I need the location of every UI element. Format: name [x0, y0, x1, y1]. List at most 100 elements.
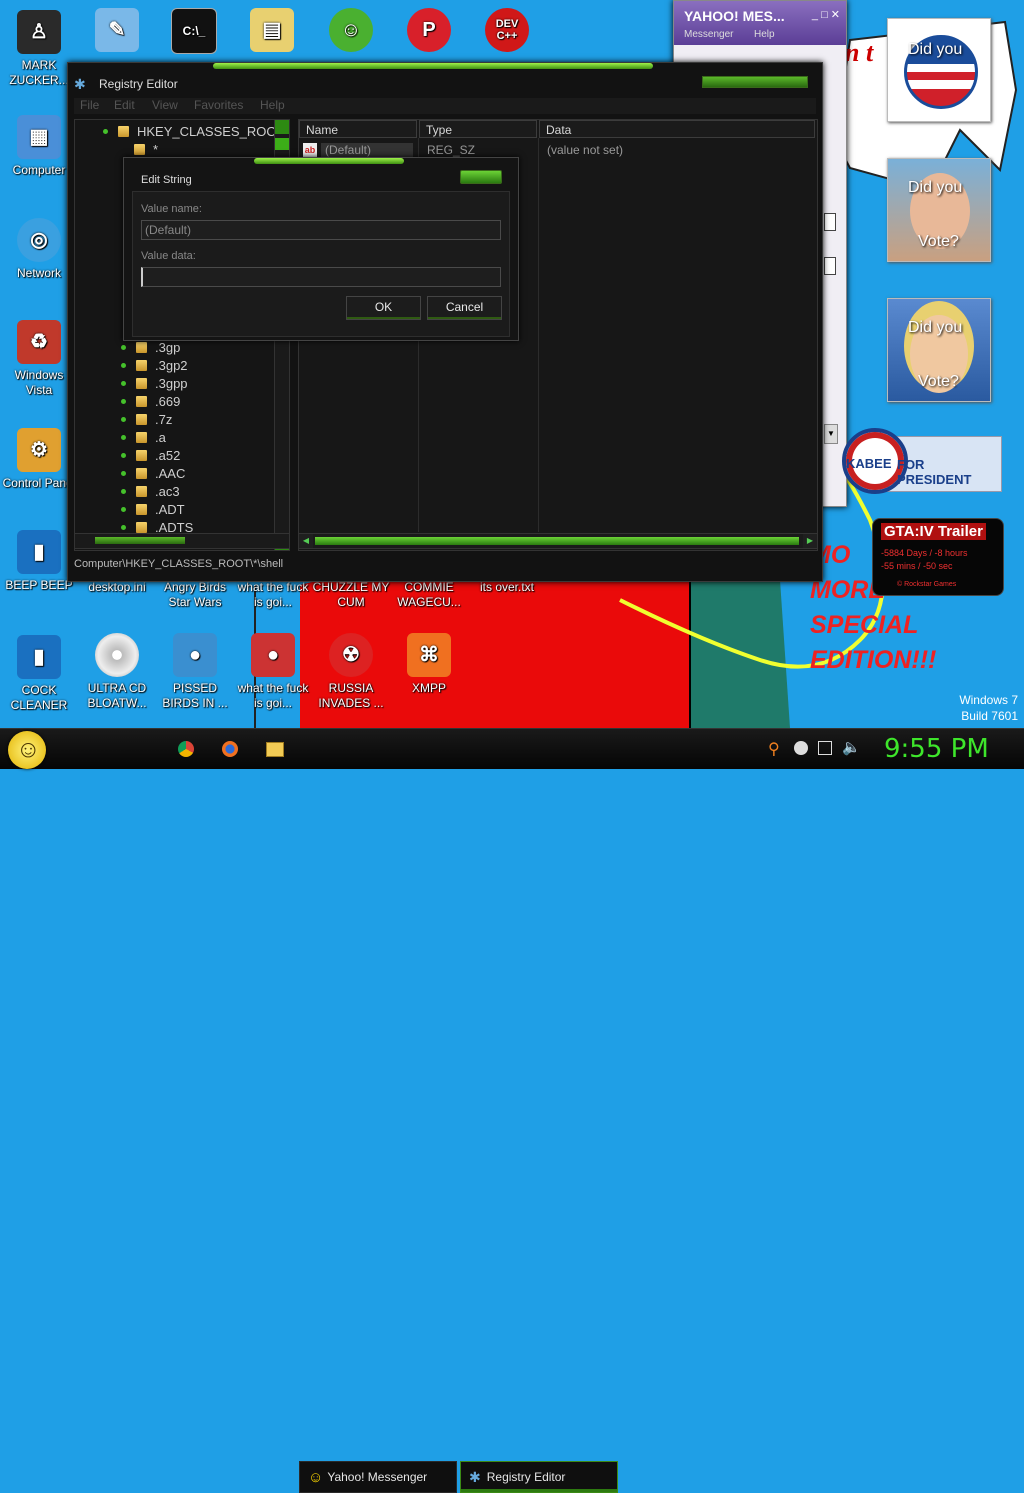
globe-icon: ◎	[17, 218, 61, 262]
desktop-icon-chuzzle[interactable]: CHUZZLE MY CUM	[312, 580, 390, 610]
desktop-icon-cock-cleaner[interactable]: ▮ COCK CLEANER	[0, 635, 78, 713]
yahoo-box-2[interactable]	[824, 257, 836, 275]
menu-edit[interactable]: Edit	[114, 98, 135, 112]
menu-view[interactable]: View	[152, 98, 178, 112]
tree-label: .3gp	[155, 339, 181, 355]
column-type[interactable]: Type	[419, 120, 537, 138]
desktop-icon-dev-cpp[interactable]: DEV C++	[468, 8, 546, 56]
gadget-huckabee[interactable]: KABEE FOR PRESIDENT	[842, 428, 1002, 498]
desktop-icon-russia[interactable]: ☢ RUSSIA INVADES ...	[312, 633, 390, 711]
tree-item-star[interactable]: *	[134, 140, 158, 158]
tree-item[interactable]: .ADT	[121, 500, 185, 518]
menu-help[interactable]: Help	[260, 98, 285, 112]
yahoo-dropdown[interactable]: ▼	[824, 424, 838, 444]
expand-bullet-icon[interactable]	[121, 524, 126, 530]
tree-item[interactable]: .669	[121, 392, 180, 410]
value-name-field[interactable]: (Default)	[141, 220, 501, 240]
menu-file[interactable]: File	[80, 98, 99, 112]
desktop-icon-xmpp[interactable]: ⌘ XMPP	[390, 633, 468, 696]
tree-item-hkcr[interactable]: HKEY_CLASSES_ROOT	[103, 122, 284, 140]
desktop-icon-what-the-1[interactable]: what the fuck is goi...	[234, 580, 312, 610]
folder-icon	[136, 341, 147, 353]
gadget-obama[interactable]: Did you	[887, 18, 991, 122]
taskbar[interactable]: ☺ ☺ Yahoo! Messenger ✱ Registry Editor ⚲…	[0, 728, 1024, 1493]
explorer-quicklaunch-icon[interactable]	[266, 742, 284, 757]
desktop-icon-desktop-ini[interactable]: desktop.ini	[78, 580, 156, 595]
ok-button[interactable]: OK	[346, 296, 421, 320]
p-logo-icon: P	[407, 8, 451, 52]
tray-circle-icon[interactable]	[794, 741, 808, 755]
expand-bullet-icon[interactable]	[121, 344, 126, 350]
yahoo-window-controls[interactable]: _ □ ✕	[812, 8, 840, 21]
desktop-icon-cmd[interactable]: C:\_	[155, 8, 233, 58]
desktop-icon-label: its over.txt	[479, 580, 535, 594]
value-data-field[interactable]	[141, 267, 501, 287]
gadget-clinton[interactable]: Did you Vote?	[887, 298, 991, 402]
desktop-icon-angry-birds-star-wars[interactable]: Angry Birds Star Wars	[156, 580, 234, 610]
yahoo-box-1[interactable]	[824, 213, 836, 231]
expand-bullet-icon[interactable]	[121, 506, 126, 512]
expand-bullet-icon[interactable]	[121, 398, 126, 404]
scroll-left-button[interactable]: ◀	[299, 534, 313, 548]
gadget-mccain[interactable]: Did you Vote?	[887, 158, 991, 262]
registry-titlebar[interactable]: ✱ Registry Editor	[68, 69, 822, 99]
h-scroll-thumb[interactable]	[95, 537, 185, 544]
expand-bullet-icon[interactable]	[121, 434, 126, 440]
column-name[interactable]: Name	[299, 120, 417, 138]
desktop-icon-what-the-2[interactable]: ● what the fuck is goi...	[234, 633, 312, 711]
network-tray-icon[interactable]	[818, 741, 832, 755]
yahoo-titlebar[interactable]: YAHOO! MES... Messenger Help _ □ ✕	[674, 1, 846, 45]
reg-sz-icon: ab	[303, 143, 317, 157]
taskbar-clock[interactable]: 9:55 PM	[884, 734, 989, 764]
desktop-icon-pissed-birds[interactable]: ● PISSED BIRDS IN ...	[156, 633, 234, 711]
scroll-up-button[interactable]	[275, 120, 289, 134]
desktop-icon-p[interactable]: P	[390, 8, 468, 56]
tree-item[interactable]: .a52	[121, 446, 180, 464]
gadget-gta-countdown[interactable]: GTA:IV Trailer -5884 Days / -8 hours -55…	[872, 518, 1004, 596]
window-controls[interactable]	[702, 76, 808, 88]
tree-item[interactable]: .3gpp	[121, 374, 188, 392]
desktop-icon-notepad[interactable]: ✎	[78, 8, 156, 56]
menu-favorites[interactable]: Favorites	[194, 98, 243, 112]
expand-bullet-icon[interactable]	[103, 128, 108, 134]
radiation-icon: ☢	[329, 633, 373, 677]
yahoo-menu-messenger[interactable]: Messenger	[684, 29, 733, 40]
column-data[interactable]: Data	[539, 120, 815, 138]
chrome-quicklaunch-icon[interactable]	[178, 741, 194, 757]
tree-item[interactable]: .3gp2	[121, 356, 188, 374]
tree-horizontal-scrollbar[interactable]	[74, 533, 290, 549]
folder-icon	[134, 143, 145, 155]
firefox-quicklaunch-icon[interactable]	[222, 741, 238, 757]
expand-bullet-icon[interactable]	[121, 362, 126, 368]
taskbar-button-yahoo[interactable]: ☺ Yahoo! Messenger	[299, 1461, 457, 1493]
volume-tray-icon[interactable]: 🔈	[842, 738, 861, 756]
expand-bullet-icon[interactable]	[121, 416, 126, 422]
desktop-icon-bad-piggies[interactable]: ☺	[312, 8, 390, 56]
expand-bullet-icon[interactable]	[121, 470, 126, 476]
values-horizontal-scrollbar[interactable]: ◀ ▶	[298, 533, 818, 549]
dialog-close-button[interactable]	[460, 170, 502, 184]
desktop-icon-label: Windows Vista	[14, 368, 64, 397]
taskbar-button-registry-editor[interactable]: ✱ Registry Editor	[460, 1461, 618, 1493]
tree-item[interactable]: .AAC	[121, 464, 185, 482]
yahoo-menu-help[interactable]: Help	[754, 29, 775, 40]
dialog-title-glow	[254, 158, 404, 164]
scroll-right-button[interactable]: ▶	[803, 534, 817, 548]
tree-item[interactable]: .a	[121, 428, 166, 446]
value-data-label: Value data:	[141, 250, 196, 262]
edit-string-dialog[interactable]: Edit String Value name: (Default) Value …	[123, 157, 519, 341]
start-button[interactable]: ☺	[8, 731, 46, 769]
h-scroll-thumb[interactable]	[315, 537, 799, 545]
desktop-icon-ultra-cd[interactable]: ULTRA CD BLOATW...	[78, 633, 156, 711]
desktop-icon-its-over[interactable]: its over.txt	[468, 580, 546, 595]
expand-bullet-icon[interactable]	[121, 380, 126, 386]
expand-bullet-icon[interactable]	[121, 452, 126, 458]
cancel-button[interactable]: Cancel	[427, 296, 502, 320]
expand-bullet-icon[interactable]	[121, 488, 126, 494]
search-tray-icon[interactable]: ⚲	[768, 739, 780, 759]
tree-item[interactable]: .7z	[121, 410, 172, 428]
desktop-icon-scanner[interactable]: ▤	[233, 8, 311, 56]
desktop-icon-commie[interactable]: COMMIE WAGECU...	[390, 580, 468, 610]
scroll-thumb[interactable]	[275, 138, 289, 150]
tree-item[interactable]: .ac3	[121, 482, 180, 500]
